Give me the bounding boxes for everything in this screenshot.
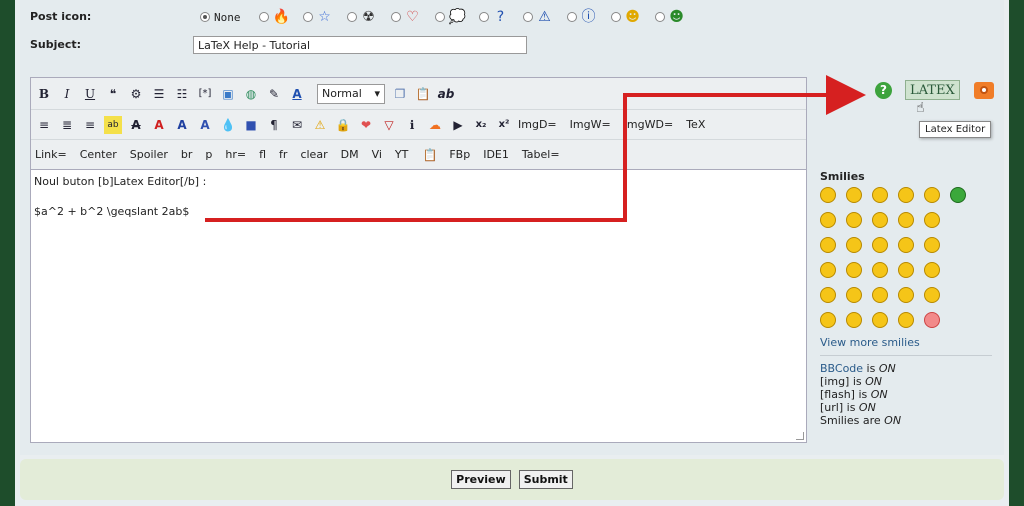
annotation-arrow bbox=[205, 75, 866, 222]
submit-bar: Preview Submit bbox=[20, 459, 1004, 500]
preview-button[interactable]: Preview bbox=[451, 470, 511, 489]
submit-button[interactable]: Submit bbox=[518, 470, 573, 489]
